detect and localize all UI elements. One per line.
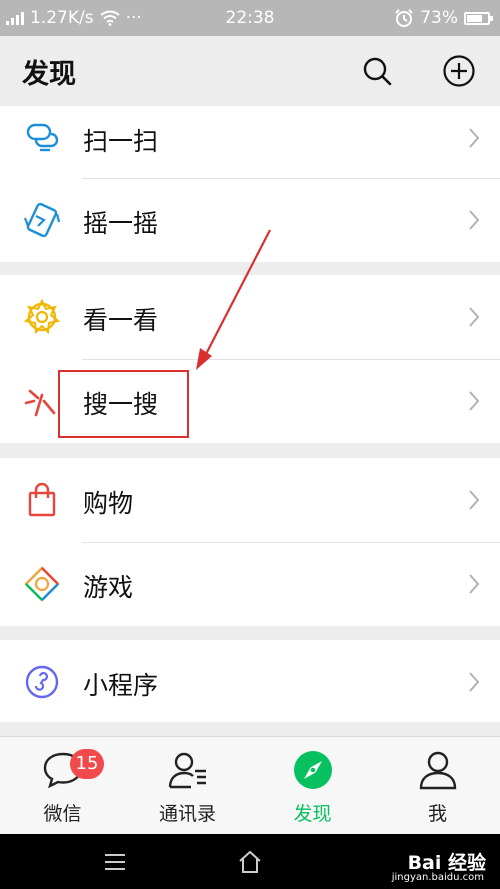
search-icon[interactable] [360, 54, 394, 88]
tab-discover[interactable]: 发现 [250, 737, 375, 835]
list-item-label: 看一看 [83, 306, 159, 335]
chevron-right-icon [469, 391, 480, 411]
group-mini-programs: 小程序 [0, 640, 500, 722]
chevron-right-icon [469, 307, 480, 327]
chevron-right-icon [469, 490, 480, 510]
header: 发现 [0, 36, 500, 106]
tab-label: 通讯录 [158, 803, 216, 825]
chevron-right-icon [469, 128, 480, 148]
top-stories-icon [23, 298, 61, 335]
tab-contacts[interactable]: 通讯录 [125, 737, 250, 835]
tab-label: 我 [427, 803, 447, 825]
games-icon [24, 566, 60, 602]
status-more: ··· [125, 8, 142, 28]
list-item-mini-programs[interactable]: 小程序 [0, 640, 500, 722]
battery-icon [464, 11, 493, 25]
list-item-label: 购物 [83, 489, 134, 518]
chevron-right-icon [469, 574, 480, 594]
shopping-bag-icon [28, 482, 56, 517]
battery-percent: 73% [420, 8, 458, 28]
annotation-highlight-box [58, 370, 189, 438]
list-item-label: 游戏 [83, 573, 134, 602]
tab-label: 微信 [43, 803, 82, 825]
group-shopping-games: 购物 游戏 [0, 458, 500, 626]
shake-icon [23, 202, 61, 238]
signal-icon [6, 11, 24, 25]
list-item-scan[interactable]: 扫一扫 [0, 106, 500, 178]
wifi-icon [99, 10, 120, 26]
scan-icon [26, 123, 59, 152]
tab-me[interactable]: 我 [375, 737, 500, 835]
list-item-label: 小程序 [83, 671, 159, 700]
mini-programs-icon [25, 665, 59, 699]
list-item-label: 扫一扫 [83, 127, 159, 156]
page-title: 发现 [22, 58, 76, 90]
status-bar: 1.27K/s ··· 22:38 73% [0, 0, 500, 36]
unread-badge: 15 [70, 749, 104, 779]
compass-icon [294, 751, 332, 789]
watermark-logo: Bai 经验 [407, 852, 486, 874]
tab-label: 发现 [293, 803, 332, 825]
menu-icon[interactable] [102, 849, 128, 875]
status-time: 22:38 [225, 8, 275, 28]
watermark-url: jingyan.baidu.com [391, 872, 484, 883]
search-spark-icon [24, 389, 56, 417]
contacts-icon [168, 752, 206, 789]
alarm-icon [395, 9, 413, 27]
system-nav-bar: Bai 经验 jingyan.baidu.com [0, 834, 500, 889]
person-icon [419, 751, 457, 790]
annotation-arrow [196, 229, 271, 370]
chevron-right-icon [469, 672, 480, 692]
home-icon[interactable] [237, 849, 263, 875]
plus-circle-icon[interactable] [442, 54, 476, 88]
network-speed: 1.27K/s [30, 8, 94, 28]
list-item-label: 摇一摇 [83, 209, 159, 238]
tab-chats[interactable]: 15 微信 [0, 737, 125, 835]
chevron-right-icon [469, 210, 480, 230]
list-item-shopping[interactable]: 购物 [0, 458, 500, 542]
list-item-games[interactable]: 游戏 [0, 542, 500, 626]
tab-bar: 15 微信 通讯录 发现 我 [0, 736, 500, 834]
